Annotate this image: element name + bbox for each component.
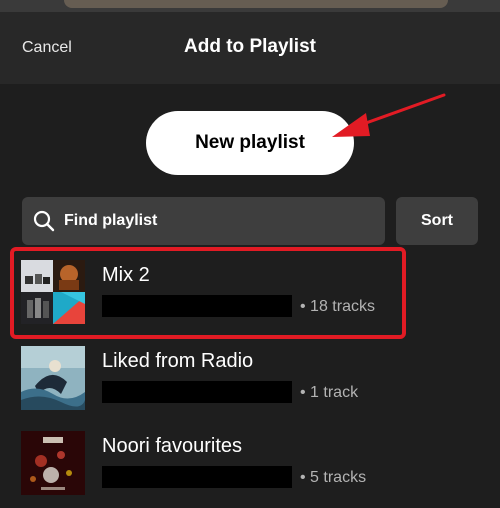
- playlist-row-mix-2[interactable]: Mix 2 • 18 tracks: [10, 250, 400, 330]
- track-count: • 1 track: [300, 384, 359, 401]
- sort-button[interactable]: Sort: [396, 197, 478, 245]
- track-count: • 5 tracks: [300, 469, 367, 486]
- redacted-owner: [102, 295, 292, 317]
- status-strip: [0, 0, 500, 12]
- new-playlist-button[interactable]: New playlist: [146, 111, 354, 175]
- underlay-card: [64, 0, 448, 8]
- redacted-owner: [102, 381, 292, 403]
- track-count: • 18 tracks: [300, 298, 375, 315]
- playlist-title: Mix 2: [102, 264, 150, 286]
- sheet-header: Cancel Add to Playlist: [0, 12, 500, 84]
- playlist-cover-mix-2: [21, 260, 85, 324]
- playlist-row-liked-from-radio[interactable]: Liked from Radio • 1 track: [10, 336, 400, 416]
- redacted-owner: [102, 466, 292, 488]
- playlist-cover-noori-favourites: [21, 431, 85, 495]
- page-title: Add to Playlist: [184, 36, 316, 57]
- search-placeholder: Find playlist: [64, 212, 158, 229]
- playlist-title: Noori favourites: [102, 435, 243, 457]
- playlist-title: Liked from Radio: [102, 350, 254, 372]
- search-icon: [33, 210, 55, 232]
- playlist-row-noori-favourites[interactable]: Noori favourites • 5 tracks: [10, 421, 400, 501]
- find-playlist-search[interactable]: Find playlist: [22, 197, 385, 245]
- playlist-cover-liked-from-radio: [21, 346, 85, 410]
